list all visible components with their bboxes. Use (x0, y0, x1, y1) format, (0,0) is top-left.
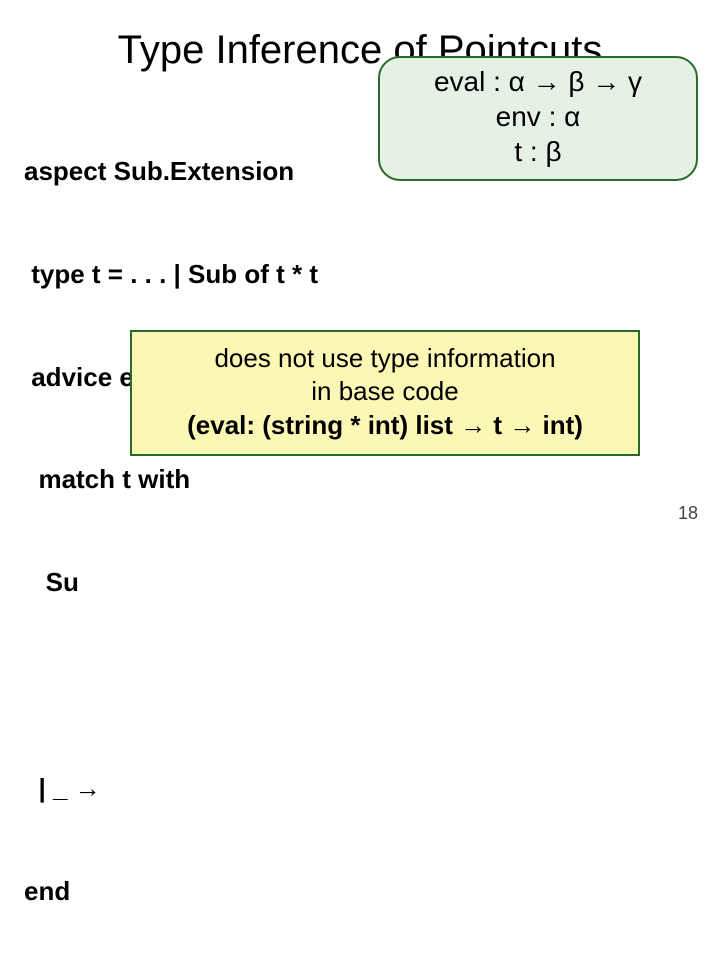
code-line-1: aspect Sub.Extension (24, 154, 696, 188)
code-line-7: end (24, 874, 696, 908)
code-line-4: match t with (24, 462, 696, 496)
note-callout: does not use type information in base co… (130, 330, 640, 456)
code-line-2-text: type t = . . . | Sub of t * t (24, 259, 318, 289)
code-line-2: type t = . . . | Sub of t * t (24, 257, 696, 291)
note-line2: in base code (144, 375, 626, 408)
code-line-4-text: match t with (24, 464, 190, 494)
note-line1: does not use type information (144, 342, 626, 375)
slide: Type Inference of Pointcuts eval : α → β… (0, 0, 720, 540)
code-line-7-text: end (24, 876, 70, 906)
page-number: 18 (678, 503, 698, 524)
code-line-5b (24, 668, 696, 702)
note-line3: (eval: (string * int) list → t → int) (144, 409, 626, 442)
code-block: aspect Sub.Extension type t = . . . | Su… (24, 85, 696, 977)
code-line-6-text: | _ → (24, 773, 101, 803)
code-line-5: Su (24, 565, 696, 599)
code-line-6: | _ → (24, 771, 696, 805)
code-line-1-text: aspect Sub.Extension (24, 156, 294, 186)
code-line-5-text: Su (24, 567, 79, 597)
